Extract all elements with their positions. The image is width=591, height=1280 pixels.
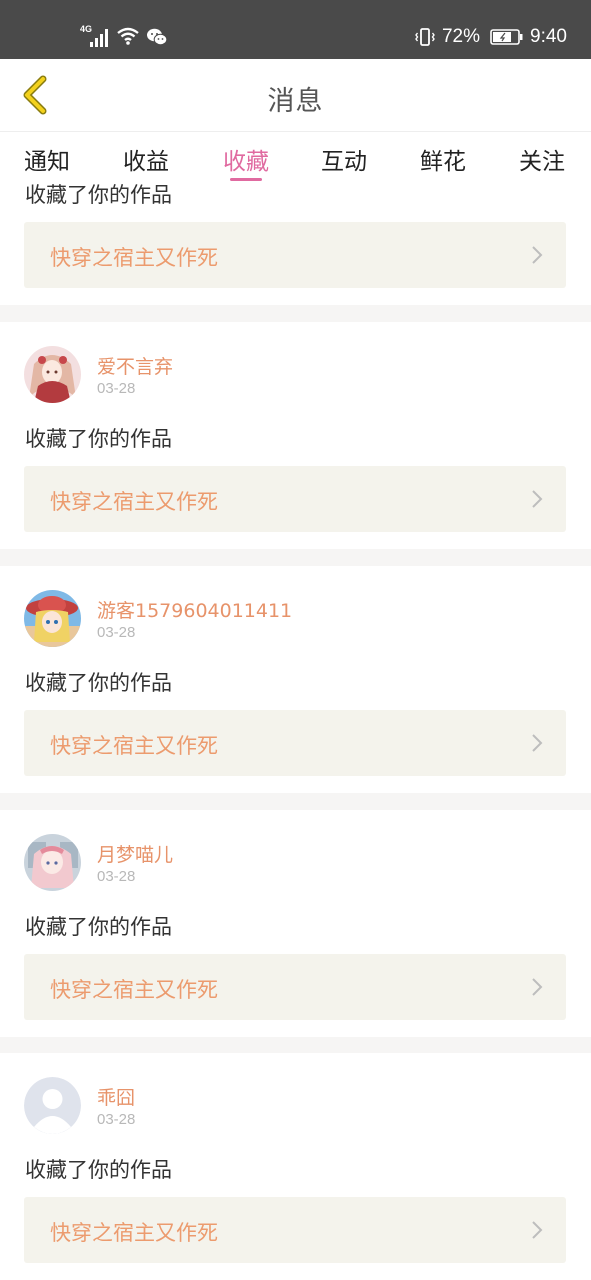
work-link[interactable]: 快穿之宿主又作死 [24, 222, 566, 288]
app-screen: 4G 72% 9:40 消息 通知 收益 收藏 互动 鲜花 关注 收藏了你的作品… [0, 0, 591, 1280]
username[interactable]: 游客1579604011411 [97, 596, 292, 623]
message-list: 收藏了你的作品 快穿之宿主又作死 爱不言弃 03-28 收藏了你的作品 快穿之宿… [0, 184, 591, 1280]
clock: 9:40 [530, 26, 567, 47]
message-text: 收藏了你的作品 [25, 915, 172, 939]
username[interactable]: 月梦喵儿 [97, 840, 173, 867]
chevron-right-icon [530, 244, 544, 266]
message-text: 收藏了你的作品 [25, 427, 172, 451]
timestamp: 03-28 [97, 1111, 136, 1128]
chevron-right-icon [530, 732, 544, 754]
tab-interactions[interactable]: 互动 [321, 142, 367, 176]
timestamp: 03-28 [97, 624, 136, 641]
tab-follows[interactable]: 关注 [519, 142, 565, 176]
battery-icon [490, 28, 524, 46]
username[interactable]: 乖囧 [97, 1083, 135, 1110]
work-link[interactable]: 快穿之宿主又作死 [24, 710, 566, 776]
active-tab-indicator [230, 178, 262, 181]
tab-favorites[interactable]: 收藏 [223, 142, 269, 176]
work-link[interactable]: 快穿之宿主又作死 [24, 954, 566, 1020]
tab-earnings[interactable]: 收益 [123, 142, 169, 176]
work-link[interactable]: 快穿之宿主又作死 [24, 466, 566, 532]
avatar[interactable] [24, 346, 81, 403]
status-bar: 4G 72% 9:40 [0, 0, 591, 59]
list-item: 月梦喵儿 03-28 收藏了你的作品 快穿之宿主又作死 [0, 810, 591, 1037]
timestamp: 03-28 [97, 380, 136, 397]
work-title: 快穿之宿主又作死 [50, 490, 218, 514]
list-item: 游客1579604011411 03-28 收藏了你的作品 快穿之宿主又作死 [0, 566, 591, 793]
tab-notifications[interactable]: 通知 [24, 142, 70, 176]
work-link[interactable]: 快穿之宿主又作死 [24, 1197, 566, 1263]
tab-bar: 通知 收益 收藏 互动 鲜花 关注 [0, 132, 591, 184]
wechat-icon [146, 27, 168, 47]
status-right: 72% 9:40 [414, 22, 567, 52]
avatar[interactable] [24, 834, 81, 891]
chevron-right-icon [530, 1219, 544, 1241]
page-title: 消息 [267, 86, 324, 117]
list-item: 收藏了你的作品 快穿之宿主又作死 [0, 184, 591, 305]
top-nav-bar: 消息 [0, 59, 591, 132]
work-title: 快穿之宿主又作死 [50, 734, 218, 758]
status-left: 4G [80, 24, 168, 50]
message-text: 收藏了你的作品 [25, 184, 172, 207]
list-item: 乖囧 03-28 收藏了你的作品 快穿之宿主又作死 [0, 1053, 591, 1280]
battery-percent: 72% [441, 26, 481, 47]
message-text: 收藏了你的作品 [25, 671, 172, 695]
default-avatar-icon[interactable] [24, 1077, 81, 1134]
message-text: 收藏了你的作品 [25, 1158, 172, 1182]
tab-flowers[interactable]: 鲜花 [420, 142, 466, 176]
vibrate-icon [414, 26, 436, 48]
chevron-right-icon [530, 976, 544, 998]
wifi-icon [116, 26, 140, 48]
avatar[interactable] [24, 590, 81, 647]
timestamp: 03-28 [97, 868, 136, 885]
list-item: 爱不言弃 03-28 收藏了你的作品 快穿之宿主又作死 [0, 322, 591, 549]
username[interactable]: 爱不言弃 [97, 352, 173, 379]
work-title: 快穿之宿主又作死 [50, 1221, 218, 1245]
signal-icon: 4G [80, 24, 110, 48]
work-title: 快穿之宿主又作死 [50, 246, 218, 270]
chevron-right-icon [530, 488, 544, 510]
work-title: 快穿之宿主又作死 [50, 978, 218, 1002]
